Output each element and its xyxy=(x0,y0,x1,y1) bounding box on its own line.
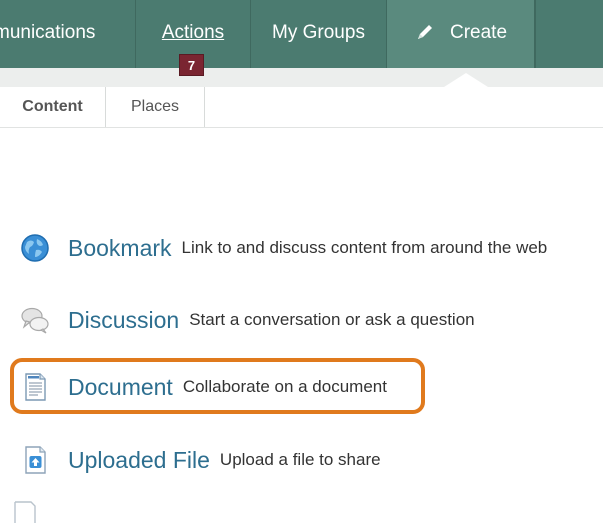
create-item-bookmark[interactable]: Bookmark Link to and discuss content fro… xyxy=(20,228,547,268)
create-item-title: Discussion xyxy=(68,306,180,333)
create-item-uploaded-file[interactable]: Uploaded File Upload a file to share xyxy=(20,440,381,480)
tab-places-label: Places xyxy=(130,98,180,115)
nav-spacer xyxy=(535,0,603,68)
create-item-discussion[interactable]: Discussion Start a conversation or ask a… xyxy=(20,300,475,340)
create-menu-caret xyxy=(444,73,488,87)
nav-create[interactable]: Create xyxy=(387,0,535,68)
partial-file-icon xyxy=(14,501,36,523)
actions-count-badge: 7 xyxy=(179,54,204,76)
create-item-description: Link to and discuss content from around … xyxy=(181,238,548,257)
speech-bubbles-icon xyxy=(21,307,49,334)
create-item-description: Upload a file to share xyxy=(219,450,381,469)
nav-communications-label: munications xyxy=(0,22,96,43)
nav-create-label: Create xyxy=(449,22,508,43)
nav-communications[interactable]: munications xyxy=(0,0,136,68)
document-highlight-box xyxy=(10,358,425,414)
tab-content[interactable]: Content xyxy=(0,87,106,127)
globe-icon xyxy=(21,234,49,262)
create-item-description: Start a conversation or ask a question xyxy=(189,310,475,329)
create-item-title: Uploaded File xyxy=(68,446,210,473)
nav-my-groups-label: My Groups xyxy=(272,22,365,43)
nav-actions-label: Actions xyxy=(161,22,225,43)
nav-my-groups[interactable]: My Groups xyxy=(251,0,387,68)
pencil-icon xyxy=(417,25,432,39)
upload-file-icon xyxy=(25,446,46,474)
top-nav-bar: munications Actions My Groups Create xyxy=(0,0,603,68)
tab-content-label: Content xyxy=(22,98,83,115)
tab-places[interactable]: Places xyxy=(106,87,205,127)
create-item-title: Bookmark xyxy=(68,234,172,261)
